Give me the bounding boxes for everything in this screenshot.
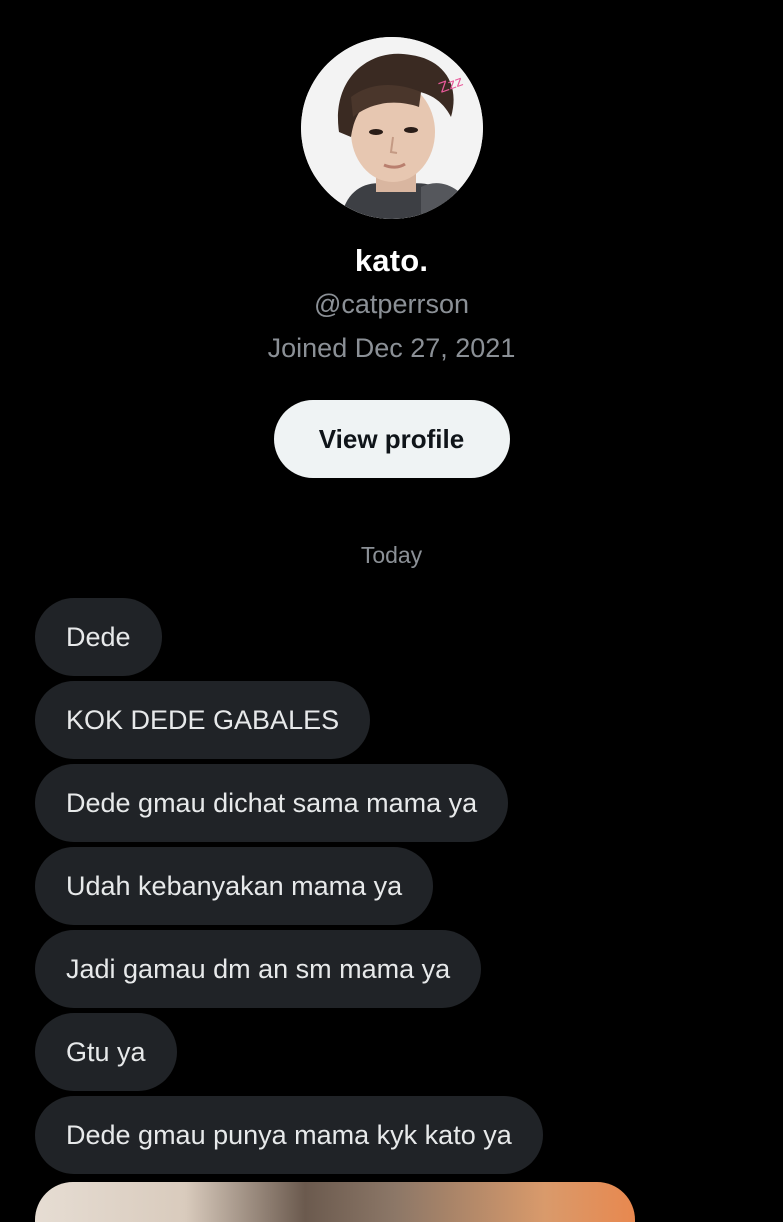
message-bubble[interactable]: Udah kebanyakan mama ya (35, 847, 434, 925)
message-bubble[interactable]: Dede (35, 598, 162, 676)
media-message-preview[interactable] (35, 1182, 635, 1222)
message-bubble[interactable]: KOK DEDE GABALES (35, 681, 371, 759)
display-name: kato. (354, 243, 429, 278)
joined-date: Joined Dec 27, 2021 (267, 333, 516, 363)
profile-header: Zzz kato. @catperrson Joined Dec 27, 202… (0, 0, 783, 478)
message-bubble[interactable]: Gtu ya (35, 1013, 177, 1091)
date-divider: Today (360, 542, 423, 568)
message-list: Dede KOK DEDE GABALES Dede gmau dichat s… (35, 598, 543, 1179)
avatar[interactable]: Zzz (300, 37, 483, 219)
user-handle: @catperrson (314, 289, 469, 319)
view-profile-button[interactable]: View profile (273, 400, 510, 478)
message-bubble[interactable]: Jadi gamau dm an sm mama ya (35, 930, 482, 1008)
message-bubble[interactable]: Dede gmau dichat sama mama ya (35, 764, 509, 842)
message-bubble[interactable]: Dede gmau punya mama kyk kato ya (35, 1096, 543, 1174)
avatar-photo: Zzz (300, 37, 483, 219)
